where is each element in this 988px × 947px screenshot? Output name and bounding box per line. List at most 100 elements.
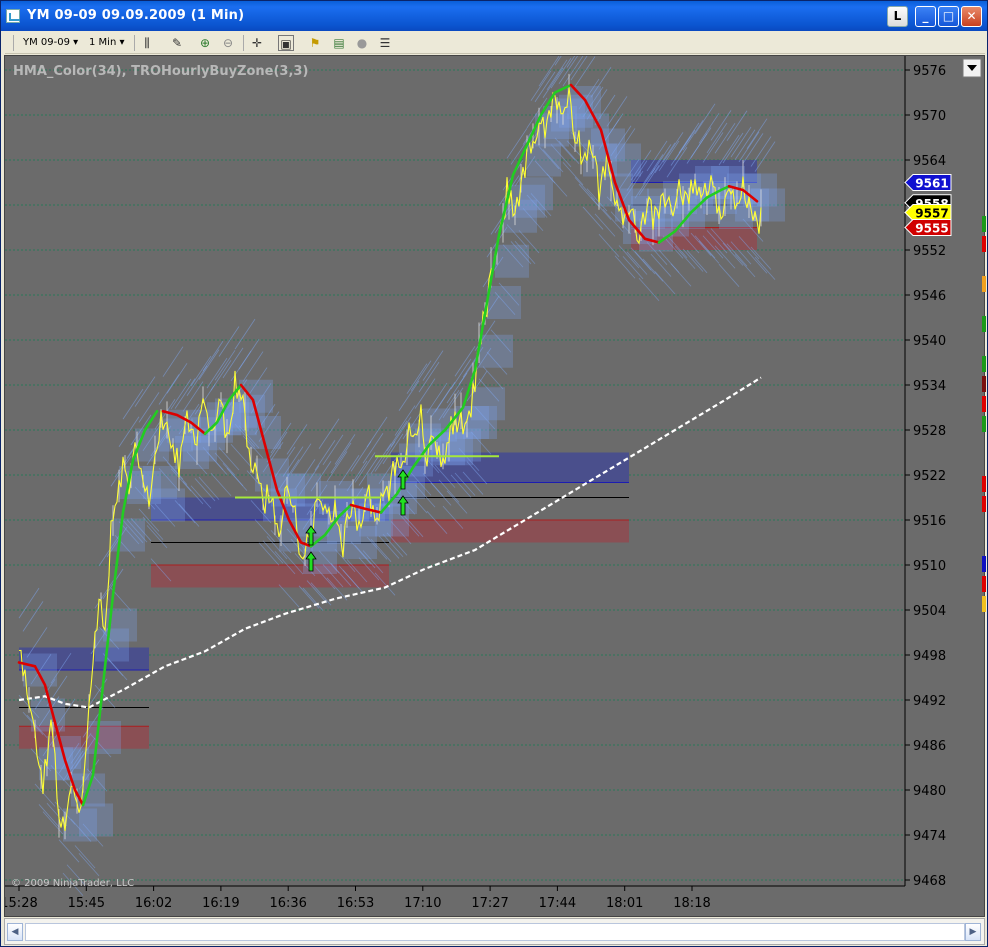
- horizontal-scrollbar[interactable]: ◀ ▶: [4, 918, 985, 945]
- zone-band-stroke: [330, 442, 352, 474]
- chart-toolbar: YM 09-09 ▾ 1 Min ▾ ⫼ ✎ ⊕ ⊖ ✛ ▣ ⚑ ▤ ● ☰: [5, 32, 985, 54]
- lock-button[interactable]: L: [887, 6, 908, 27]
- zone-band-stroke: [210, 360, 232, 391]
- zone-band-stroke: [34, 783, 56, 807]
- zone-band-stroke: [162, 346, 184, 377]
- zoom-in-icon[interactable]: ⊕: [197, 35, 213, 51]
- zone-band-stroke: [318, 418, 340, 450]
- axis-menu-button[interactable]: [962, 58, 982, 78]
- time-axis-label: 15:45: [68, 896, 105, 911]
- zone-band-block: [471, 387, 505, 421]
- zone-band-stroke: [638, 277, 660, 301]
- chevron-down-icon: ▾: [73, 37, 79, 48]
- zone-band-stroke: [58, 839, 80, 863]
- time-axis-label: 17:10: [404, 896, 441, 911]
- zone-band-stroke: [286, 424, 308, 455]
- zone-band-stroke: [746, 118, 768, 149]
- chart-window: YM 09-09 09.09.2009 (1 Min) L _ □ ✕ YM 0…: [0, 0, 988, 947]
- zone-band-stroke: [670, 263, 692, 287]
- zone-band-stroke: [582, 206, 604, 230]
- zone-band-block: [479, 334, 513, 368]
- strategy-icon[interactable]: ⚑: [307, 35, 323, 51]
- instrument-label: YM 09-09: [23, 37, 70, 48]
- scroll-right-button[interactable]: ▶: [965, 923, 981, 941]
- price-marker-tag: 9555: [904, 219, 952, 236]
- template-icon[interactable]: ▣: [278, 35, 294, 51]
- zone-band-stroke: [642, 258, 664, 282]
- zone-band-stroke: [334, 434, 356, 465]
- zone-band-stroke: [430, 482, 452, 506]
- zone-band-stroke: [686, 250, 708, 274]
- zone-band-stroke: [222, 347, 244, 379]
- zone-band-stroke: [722, 132, 744, 164]
- zone-band-stroke: [574, 56, 596, 87]
- data-box-icon[interactable]: ☰: [377, 35, 393, 51]
- close-button[interactable]: ✕: [961, 6, 982, 27]
- time-axis-label: 17:27: [471, 896, 508, 911]
- zone-band-block: [79, 803, 113, 837]
- right-edge-marker: [982, 376, 986, 392]
- time-axis-label: 15:28: [5, 896, 38, 911]
- zone-band-stroke: [454, 346, 476, 377]
- zone-band-stroke: [446, 490, 468, 514]
- price-axis-label: 9516: [913, 514, 946, 529]
- zone-band-stroke: [234, 318, 256, 350]
- zone-band-stroke: [242, 351, 264, 382]
- bar-type-icon[interactable]: ⫼: [139, 35, 155, 51]
- period-selector[interactable]: 1 Min ▾: [89, 35, 135, 51]
- zone-band-stroke: [566, 37, 588, 68]
- minimize-button[interactable]: _: [915, 6, 936, 27]
- zone-band-stroke: [562, 162, 584, 186]
- zone-band-stroke: [370, 443, 392, 474]
- chart-panel[interactable]: 9576957095649558955295469540953495289522…: [0, 35, 986, 918]
- zone-band-stroke: [302, 587, 324, 611]
- price-axis-label: 9546: [913, 289, 946, 304]
- zone-band-stroke: [326, 451, 348, 482]
- price-axis-label: 9564: [913, 154, 946, 169]
- zone-band-stroke: [450, 358, 472, 390]
- zone-band-stroke: [238, 339, 260, 370]
- zone-band-block: [31, 698, 65, 732]
- zone-band-stroke: [346, 460, 368, 492]
- price-axis-label: 9504: [913, 604, 946, 619]
- zone-band-stroke: [22, 601, 44, 632]
- right-edge-marker: [982, 576, 986, 592]
- zoom-out-icon[interactable]: ⊖: [220, 35, 236, 51]
- maximize-button[interactable]: □: [938, 6, 959, 27]
- toolbar-grip: [13, 35, 14, 51]
- right-edge-marker: [982, 496, 986, 512]
- zone-band-stroke: [174, 378, 196, 409]
- time-axis: 15:28 15:45 16:02 16:19 16:36 16:53 17:10 17:27…: [0, 885, 905, 911]
- copyright-text: © 2009 NinjaTrader, LLC: [11, 878, 134, 889]
- price-chart[interactable]: 9576957095649558955295469540953495289522…: [0, 35, 986, 918]
- right-edge-marker: [982, 596, 986, 612]
- zone-band-stroke: [322, 434, 344, 466]
- zone-band-stroke: [410, 360, 432, 391]
- price-axis-label: 9528: [913, 424, 946, 439]
- crosshair-icon[interactable]: ✛: [249, 35, 265, 51]
- properties-icon[interactable]: ●: [354, 35, 370, 51]
- zone-band-stroke: [678, 122, 700, 154]
- toolbar-separator: [243, 35, 244, 51]
- price-series: [18, 87, 762, 831]
- pencil-draw-icon[interactable]: ✎: [169, 35, 185, 51]
- right-edge-marker: [982, 396, 986, 412]
- indicators-icon[interactable]: ▤: [331, 35, 347, 51]
- price-axis-label: 9552: [913, 244, 946, 259]
- time-axis-label: 16:36: [269, 896, 306, 911]
- scroll-left-button[interactable]: ◀: [7, 923, 23, 941]
- scroll-thumb[interactable]: [25, 923, 965, 941]
- zone-band-stroke: [594, 213, 616, 237]
- chevron-down-icon: ▾: [119, 37, 125, 48]
- instrument-selector[interactable]: YM 09-09 ▾: [23, 35, 93, 51]
- zone-band-stroke: [438, 479, 460, 503]
- right-edge-marker: [982, 356, 986, 372]
- time-axis-label: 16:02: [135, 896, 172, 911]
- window-title: YM 09-09 09.09.2009 (1 Min): [27, 8, 245, 23]
- right-edge-marker: [982, 416, 986, 432]
- zone-band-stroke: [18, 587, 40, 619]
- right-edge-marker: [982, 316, 986, 332]
- right-edge-marker: [982, 216, 986, 232]
- price-marker-label: 9557: [915, 207, 948, 221]
- title-bar[interactable]: YM 09-09 09.09.2009 (1 Min) L _ □ ✕: [1, 1, 987, 31]
